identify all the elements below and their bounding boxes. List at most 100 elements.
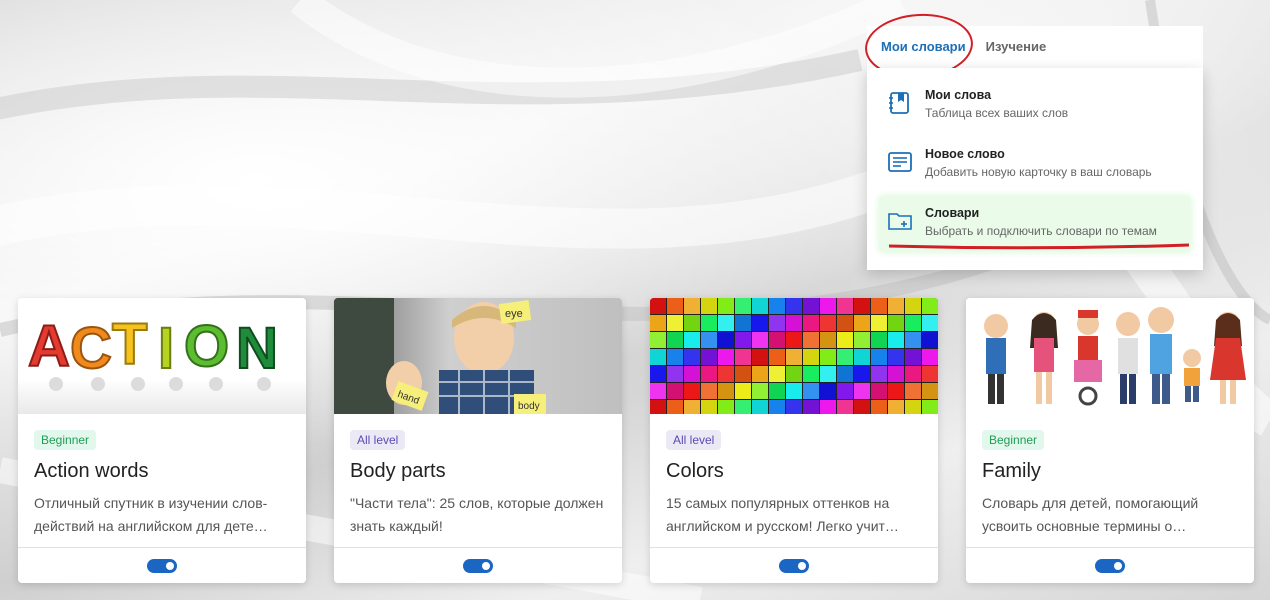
color-cube: [888, 298, 904, 314]
color-cube: [701, 366, 717, 382]
color-cube: [701, 383, 717, 399]
color-cube: [701, 400, 717, 414]
color-cube: [871, 298, 887, 314]
menu-item-subtitle: Таблица всех ваших слов: [925, 106, 1069, 120]
menu-item-title: Мои слова: [925, 88, 992, 102]
enable-toggle[interactable]: [463, 558, 493, 573]
color-cube: [820, 383, 836, 399]
enable-toggle[interactable]: [147, 558, 177, 573]
color-cube: [650, 332, 666, 348]
color-cube: [922, 383, 938, 399]
menu-item-title: Новое слово: [925, 147, 1005, 161]
color-cube: [701, 349, 717, 365]
color-cube: [769, 400, 785, 414]
color-cube: [854, 332, 870, 348]
color-cube: [650, 383, 666, 399]
color-cube: [667, 315, 683, 331]
svg-text:body: body: [518, 401, 540, 412]
color-cube: [667, 400, 683, 414]
color-cube: [803, 349, 819, 365]
family-figures: [984, 307, 1246, 406]
color-cube: [667, 383, 683, 399]
color-cube: [871, 366, 887, 382]
color-cube: [905, 332, 921, 348]
tab-learning[interactable]: Изучение: [976, 26, 1057, 68]
dictionary-card-colors[interactable]: All level Colors 15 самых популярных отт…: [650, 298, 938, 583]
color-cube: [820, 315, 836, 331]
action-letters: A C T I O N: [27, 311, 279, 382]
color-cube: [922, 349, 938, 365]
level-badge: Beginner: [982, 430, 1045, 450]
sticky-note-body: body: [514, 394, 546, 414]
color-cube: [837, 366, 853, 382]
menu-item-subtitle: Выбрать и подключить словари по темам: [925, 224, 1157, 238]
color-cube: [684, 349, 700, 365]
color-cube: [701, 298, 717, 314]
color-cube: [837, 315, 853, 331]
color-cube: [905, 315, 921, 331]
color-cube: [803, 383, 819, 399]
color-cube: [735, 366, 751, 382]
color-cube: [650, 349, 666, 365]
enable-toggle[interactable]: [779, 558, 809, 573]
color-cube: [820, 366, 836, 382]
level-badge: All level: [666, 430, 722, 450]
color-cube: [888, 400, 904, 414]
color-cube: [650, 366, 666, 382]
color-cube: [718, 298, 734, 314]
color-cube: [718, 366, 734, 382]
color-cube: [718, 383, 734, 399]
color-cube: [752, 349, 768, 365]
color-cube: [650, 315, 666, 331]
color-cube: [786, 298, 802, 314]
color-cube: [871, 349, 887, 365]
enable-toggle[interactable]: [1095, 558, 1125, 573]
dictionary-card-family[interactable]: Beginner Family Словарь для детей, помог…: [966, 298, 1254, 583]
svg-text:eye: eye: [505, 308, 523, 320]
color-cube: [752, 400, 768, 414]
color-cube: [922, 366, 938, 382]
dictionary-card-body-parts[interactable]: eye hand body All level Body parts "Част…: [334, 298, 622, 583]
level-badge: All level: [350, 430, 406, 450]
svg-text:I: I: [158, 316, 174, 381]
color-cube: [888, 383, 904, 399]
menu-item-title: Словари: [925, 206, 980, 220]
color-cube: [803, 400, 819, 414]
card-image-action: A C T I O N: [18, 298, 306, 414]
color-cube: [752, 315, 768, 331]
color-cube: [803, 315, 819, 331]
color-cube: [650, 400, 666, 414]
color-cube: [684, 332, 700, 348]
menu-item-my-words[interactable]: Мои слова Таблица всех ваших слов: [879, 78, 1191, 134]
tab-my-dictionaries[interactable]: Мои словари: [871, 26, 976, 68]
color-cube: [735, 332, 751, 348]
color-cube: [871, 332, 887, 348]
bookmark-notebook-icon: [889, 92, 909, 114]
color-cube: [820, 349, 836, 365]
color-cube: [871, 315, 887, 331]
card-description: 15 самых популярных оттенков на английск…: [666, 495, 899, 534]
color-cube: [837, 298, 853, 314]
color-cube: [752, 383, 768, 399]
color-cube: [922, 298, 938, 314]
color-cube: [650, 298, 666, 314]
color-cube: [769, 298, 785, 314]
color-cube: [752, 298, 768, 314]
color-cube: [684, 383, 700, 399]
menu-item-new-word[interactable]: Новое слово Добавить новую карточку в ва…: [879, 137, 1191, 193]
color-cube: [735, 349, 751, 365]
card-description: Отличный спутник в изучении слов-действи…: [34, 495, 268, 534]
color-cube: [820, 298, 836, 314]
card-title: Body parts: [350, 460, 446, 482]
card-description: Словарь для детей, помогающий усвоить ос…: [982, 495, 1199, 534]
menu-bar: Мои словари Изучение: [867, 26, 1203, 68]
color-cube: [837, 400, 853, 414]
color-cube: [684, 298, 700, 314]
color-cube: [854, 400, 870, 414]
color-cube: [854, 315, 870, 331]
color-cube: [888, 315, 904, 331]
color-cube: [905, 366, 921, 382]
color-cube: [786, 315, 802, 331]
color-cube: [905, 400, 921, 414]
dictionary-card-action-words[interactable]: A C T I O N Beginner Action words Отличн…: [18, 298, 306, 583]
